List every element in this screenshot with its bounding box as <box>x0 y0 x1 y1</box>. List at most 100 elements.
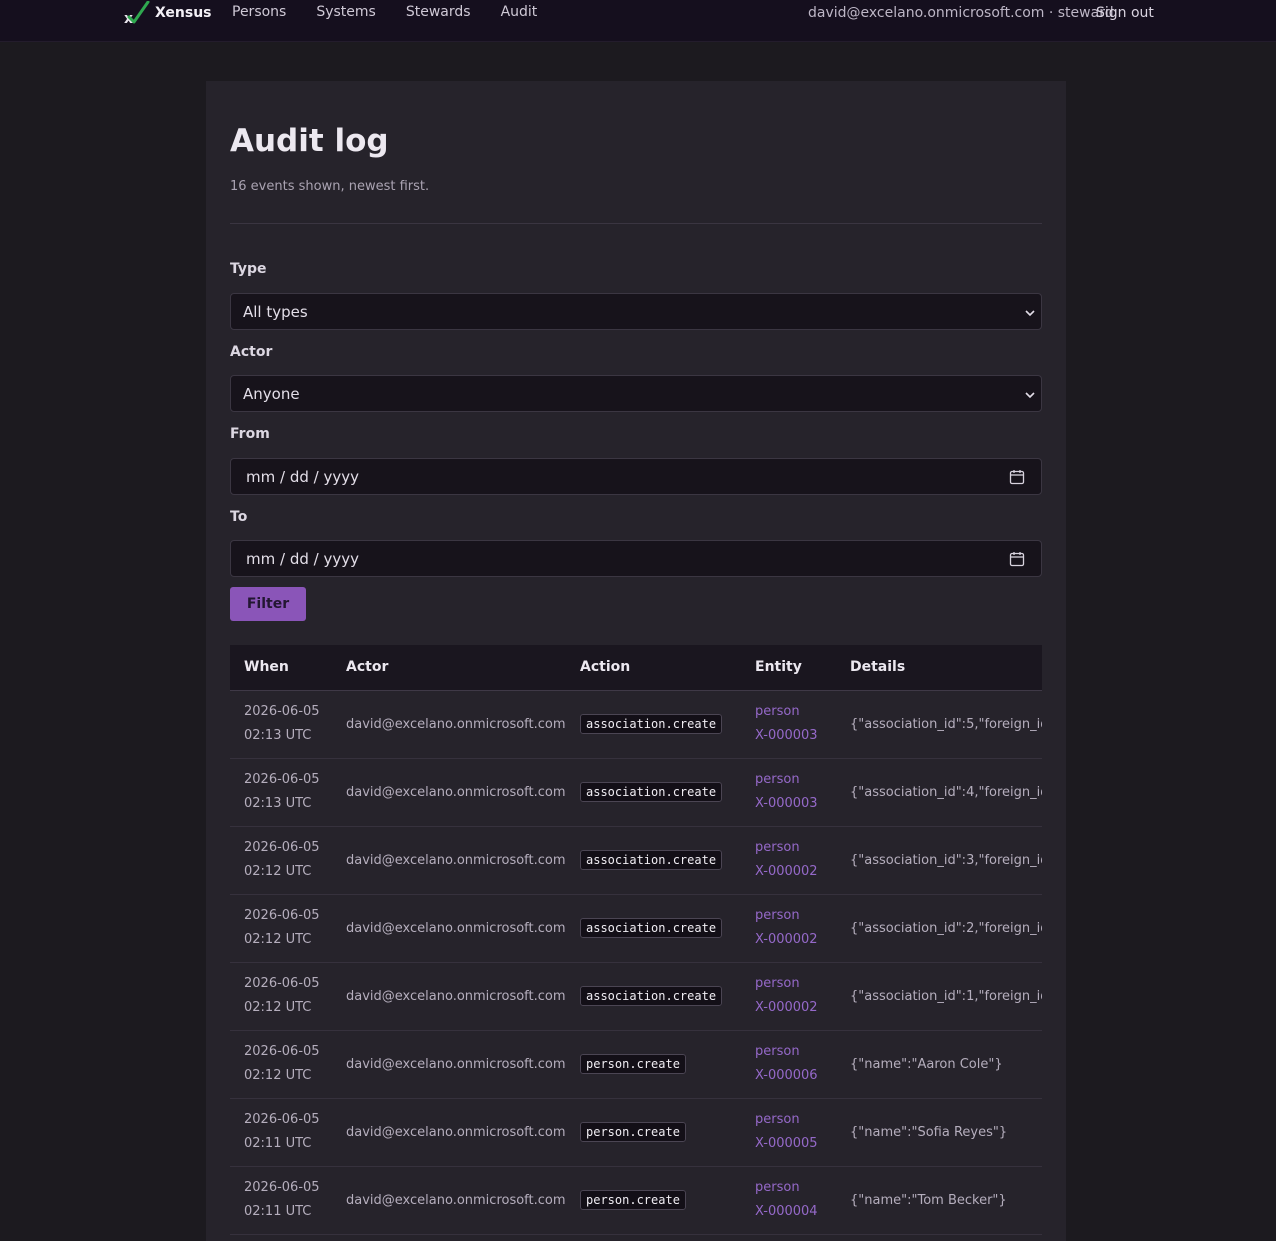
action-code: association.create <box>580 849 723 870</box>
action-cell: association.create <box>566 826 741 895</box>
table-row: 2026-06-05 02:12 UTC david@excelano.onmic… <box>230 894 1042 963</box>
actor-cell: david@excelano.onmicrosoft.com <box>332 758 566 827</box>
entity-id-link[interactable]: X-000002 <box>755 928 836 952</box>
table-row: 2026-06-05 02:13 UTC david@excelano.onmic… <box>230 690 1042 759</box>
when-cell: 2026-06-05 02:12 UTC <box>230 826 332 895</box>
type-select-value: All types <box>243 303 308 321</box>
details-cell: {"association_id":1,"foreign_id": <box>836 962 1042 1031</box>
nav-link-audit[interactable]: Audit <box>501 4 538 20</box>
nav-link-stewards[interactable]: Stewards <box>406 4 471 20</box>
event-date: 2026-06-05 <box>244 1180 320 1195</box>
event-time: 02:12 UTC <box>244 1068 312 1083</box>
table-row: 2026-06-05 02:12 UTC david@excelano.onmic… <box>230 826 1042 895</box>
entity-id-link[interactable]: X-000005 <box>755 1132 836 1156</box>
details-cell: {"association_id":4,"foreign_id": <box>836 758 1042 827</box>
event-time: 02:11 UTC <box>244 1204 312 1219</box>
entity-type-link[interactable]: person <box>755 904 836 928</box>
actor-cell: david@excelano.onmicrosoft.com <box>332 962 566 1031</box>
entity-type-link[interactable]: person <box>755 1040 836 1064</box>
event-date: 2026-06-05 <box>244 1112 320 1127</box>
column-header-details: Details <box>836 645 1042 691</box>
action-code: person.create <box>580 1053 686 1074</box>
column-header-action: Action <box>566 645 741 691</box>
table-row: 2026-06-05 02:13 UTC david@excelano.onmic… <box>230 758 1042 827</box>
from-label: From <box>230 426 270 442</box>
action-cell: person.create <box>566 1098 741 1167</box>
action-cell: association.create <box>566 690 741 759</box>
when-cell: 2026-06-05 02:13 UTC <box>230 758 332 827</box>
action-code: person.create <box>580 1121 686 1142</box>
action-code: association.create <box>580 713 723 734</box>
divider <box>230 223 1042 224</box>
nav-link-systems[interactable]: Systems <box>316 4 376 20</box>
chevron-down-icon <box>1024 387 1036 399</box>
details-cell: {"name":"Aaron Cole"} <box>836 1030 1042 1099</box>
entity-type-link[interactable]: person <box>755 1108 836 1132</box>
actor-select[interactable]: Anyone <box>230 375 1042 412</box>
nav-links: Persons Systems Stewards Audit <box>232 4 567 20</box>
entity-cell: person X-000002 <box>741 962 836 1031</box>
entity-id-link[interactable]: X-000003 <box>755 792 836 816</box>
from-date-placeholder: mm / dd / yyyy <box>246 468 359 486</box>
audit-table-container[interactable]: When Actor Action Entity Details 2026-06… <box>230 645 1042 1235</box>
action-code: association.create <box>580 985 723 1006</box>
entity-id-link[interactable]: X-000002 <box>755 860 836 884</box>
when-cell: 2026-06-05 02:11 UTC <box>230 1098 332 1167</box>
action-code: person.create <box>580 1189 686 1210</box>
event-date: 2026-06-05 <box>244 772 320 787</box>
entity-id-link[interactable]: X-000003 <box>755 724 836 748</box>
actor-cell: david@excelano.onmicrosoft.com <box>332 1098 566 1167</box>
audit-card: Audit log 16 events shown, newest first.… <box>206 81 1066 1241</box>
entity-cell: person X-000006 <box>741 1030 836 1099</box>
entity-cell: person X-000003 <box>741 758 836 827</box>
to-label: To <box>230 509 248 525</box>
entity-cell: person X-000002 <box>741 894 836 963</box>
entity-type-link[interactable]: person <box>755 972 836 996</box>
entity-type-link[interactable]: person <box>755 700 836 724</box>
entity-type-link[interactable]: person <box>755 1176 836 1200</box>
when-cell: 2026-06-05 02:12 UTC <box>230 894 332 963</box>
from-date-input[interactable]: mm / dd / yyyy <box>230 458 1042 495</box>
brand[interactable]: x Xensus <box>122 0 212 27</box>
actor-cell: david@excelano.onmicrosoft.com <box>332 1166 566 1235</box>
actor-select-value: Anyone <box>243 385 300 403</box>
calendar-icon[interactable] <box>1009 469 1025 485</box>
chevron-down-icon <box>1024 305 1036 317</box>
column-header-when: When <box>230 645 332 691</box>
calendar-icon[interactable] <box>1009 551 1025 567</box>
when-cell: 2026-06-05 02:11 UTC <box>230 1166 332 1235</box>
column-header-actor: Actor <box>332 645 566 691</box>
entity-type-link[interactable]: person <box>755 836 836 860</box>
actor-cell: david@excelano.onmicrosoft.com <box>332 690 566 759</box>
entity-id-link[interactable]: X-000004 <box>755 1200 836 1224</box>
sign-out-link[interactable]: Sign out <box>1096 5 1154 21</box>
event-date: 2026-06-05 <box>244 1044 320 1059</box>
action-cell: person.create <box>566 1166 741 1235</box>
entity-id-link[interactable]: X-000006 <box>755 1064 836 1088</box>
to-date-input[interactable]: mm / dd / yyyy <box>230 540 1042 577</box>
event-date: 2026-06-05 <box>244 840 320 855</box>
event-date: 2026-06-05 <box>244 704 320 719</box>
event-time: 02:13 UTC <box>244 728 312 743</box>
event-time: 02:11 UTC <box>244 1136 312 1151</box>
table-row: 2026-06-05 02:11 UTC david@excelano.onmic… <box>230 1098 1042 1167</box>
type-select[interactable]: All types <box>230 293 1042 330</box>
entity-cell: person X-000004 <box>741 1166 836 1235</box>
action-code: association.create <box>580 917 723 938</box>
event-time: 02:12 UTC <box>244 1000 312 1015</box>
filter-button[interactable]: Filter <box>230 587 306 621</box>
brand-name: Xensus <box>155 5 212 21</box>
page-subtitle: 16 events shown, newest first. <box>230 179 430 194</box>
nav-link-persons[interactable]: Persons <box>232 4 286 20</box>
column-header-entity: Entity <box>741 645 836 691</box>
event-time: 02:12 UTC <box>244 864 312 879</box>
details-cell: {"association_id":2,"foreign_id": <box>836 894 1042 963</box>
entity-type-link[interactable]: person <box>755 768 836 792</box>
when-cell: 2026-06-05 02:12 UTC <box>230 962 332 1031</box>
action-cell: association.create <box>566 962 741 1031</box>
page-title: Audit log <box>230 123 389 159</box>
action-cell: person.create <box>566 1030 741 1099</box>
action-cell: association.create <box>566 758 741 827</box>
entity-id-link[interactable]: X-000002 <box>755 996 836 1020</box>
table-row: 2026-06-05 02:11 UTC david@excelano.onmic… <box>230 1166 1042 1235</box>
